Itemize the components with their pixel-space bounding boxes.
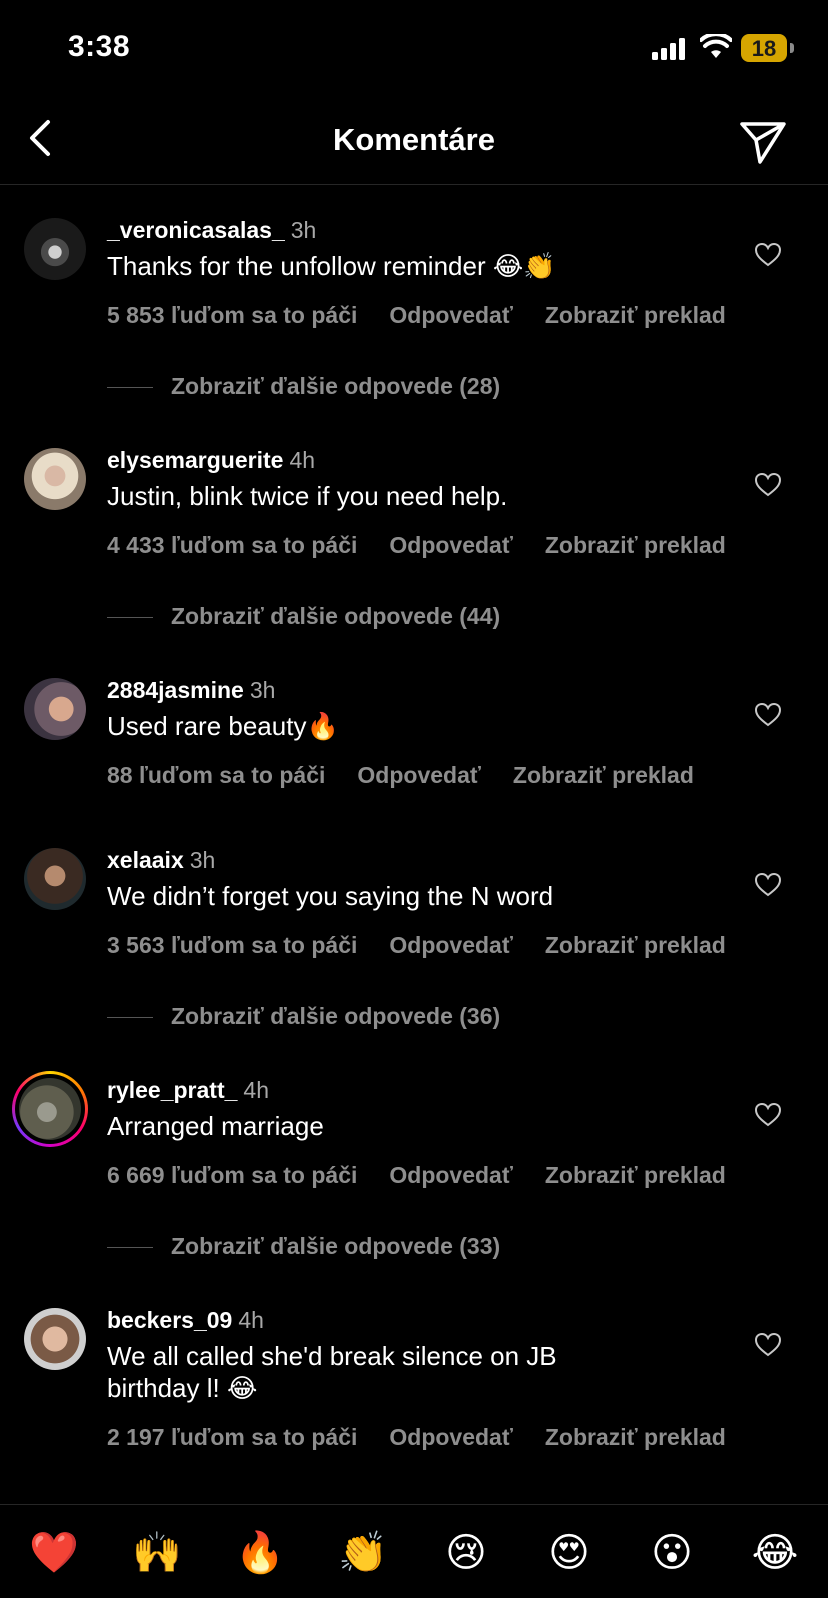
battery-tip (790, 43, 794, 53)
likes-count[interactable]: 6 669 ľuďom sa to páči (107, 1162, 357, 1188)
divider-line (107, 1017, 153, 1019)
comment-username[interactable]: rylee_pratt_ 4h (107, 1077, 269, 1104)
divider-line (107, 1247, 153, 1249)
quick-reaction-bar: ❤️ 🙌 🔥 👏 😢 😍 😮 😂 (0, 1504, 828, 1598)
cellular-signal-icon (652, 38, 685, 60)
header: Komentáre (0, 100, 828, 185)
reaction-clap[interactable]: 👏 (333, 1529, 393, 1577)
comment-text: We all called she'd break silence on JB … (107, 1341, 557, 1403)
heart-icon[interactable] (755, 703, 781, 727)
heart-icon[interactable] (755, 243, 781, 267)
reaction-heart[interactable]: ❤️ (24, 1529, 84, 1577)
battery-icon: 18 (741, 34, 787, 62)
reply-button[interactable]: Odpovedať (357, 762, 480, 788)
likes-count[interactable]: 3 563 ľuďom sa to páči (107, 932, 357, 958)
comment-username[interactable]: 2884jasmine 3h (107, 677, 275, 704)
likes-count[interactable]: 5 853 ľuďom sa to páči (107, 302, 357, 328)
wifi-icon (700, 34, 732, 58)
comment-text: Justin, blink twice if you need help. (107, 481, 508, 511)
reaction-crying[interactable]: 😢 (436, 1529, 496, 1577)
reaction-surprised[interactable]: 😮 (642, 1529, 702, 1577)
avatar[interactable] (24, 1308, 86, 1370)
status-bar: 3:38 18 (0, 0, 828, 100)
heart-icon[interactable] (755, 1333, 781, 1357)
reply-button[interactable]: Odpovedať (389, 1162, 512, 1188)
avatar[interactable] (24, 448, 86, 510)
reaction-laughing[interactable]: 😂 (745, 1529, 805, 1577)
avatar[interactable] (24, 218, 86, 280)
avatar[interactable] (19, 1078, 81, 1140)
comment-username[interactable]: xelaaix 3h (107, 847, 215, 874)
view-more-replies[interactable]: Zobraziť ďalšie odpovede (44) (107, 603, 500, 630)
divider-line (107, 387, 153, 389)
view-more-replies[interactable]: Zobraziť ďalšie odpovede (28) (107, 373, 500, 400)
comment-text: We didn’t forget you saying the N word (107, 881, 554, 911)
likes-count[interactable]: 2 197 ľuďom sa to páči (107, 1424, 357, 1450)
comment-text: Thanks for the unfollow reminder 😂👏 (107, 251, 556, 281)
comment-actions: 3 563 ľuďom sa to páči Odpovedať Zobraziť … (107, 932, 758, 959)
reaction-raised-hands[interactable]: 🙌 (127, 1529, 187, 1577)
likes-count[interactable]: 88 ľuďom sa to páči (107, 762, 325, 788)
comment-actions: 5 853 ľuďom sa to páči Odpovedať Zobraziť … (107, 302, 758, 329)
avatar[interactable] (24, 678, 86, 740)
reaction-fire[interactable]: 🔥 (230, 1529, 290, 1577)
translate-button[interactable]: Zobraziť preklad (545, 532, 726, 558)
likes-count[interactable]: 4 433 ľuďom sa to páči (107, 532, 357, 558)
battery-level: 18 (751, 36, 777, 61)
page-title: Komentáre (333, 122, 495, 157)
heart-icon[interactable] (755, 873, 781, 897)
comment-actions: 2 197 ľuďom sa to páči Odpovedať Zobraziť … (107, 1424, 758, 1451)
view-more-replies[interactable]: Zobraziť ďalšie odpovede (33) (107, 1233, 500, 1260)
divider-line (107, 617, 153, 619)
heart-icon[interactable] (755, 1103, 781, 1127)
translate-button[interactable]: Zobraziť preklad (513, 762, 694, 788)
view-more-replies[interactable]: Zobraziť ďalšie odpovede (36) (107, 1003, 500, 1030)
translate-button[interactable]: Zobraziť preklad (545, 932, 726, 958)
translate-button[interactable]: Zobraziť preklad (545, 302, 726, 328)
reaction-heart-eyes[interactable]: 😍 (539, 1529, 599, 1577)
reply-button[interactable]: Odpovedať (389, 1424, 512, 1450)
comment-username[interactable]: elysemarguerite 4h (107, 447, 315, 474)
reply-button[interactable]: Odpovedať (389, 932, 512, 958)
reply-button[interactable]: Odpovedať (389, 302, 512, 328)
comment-text: Used rare beauty🔥 (107, 711, 339, 741)
heart-icon[interactable] (755, 473, 781, 497)
comment-username[interactable]: beckers_09 4h (107, 1307, 264, 1334)
reply-button[interactable]: Odpovedať (389, 532, 512, 558)
comment-username[interactable]: _veronicasalas_ 3h (107, 217, 316, 244)
avatar[interactable] (24, 848, 86, 910)
translate-button[interactable]: Zobraziť preklad (545, 1162, 726, 1188)
comment-actions: 6 669 ľuďom sa to páči Odpovedať Zobraziť … (107, 1162, 758, 1189)
comment-text: Arranged marriage (107, 1111, 324, 1141)
share-send-icon[interactable] (738, 116, 788, 166)
comment-actions: 4 433 ľuďom sa to páči Odpovedať Zobraziť … (107, 532, 758, 559)
comment-actions: 88 ľuďom sa to páči Odpovedať Zobraziť pre… (107, 762, 726, 789)
translate-button[interactable]: Zobraziť preklad (545, 1424, 726, 1450)
status-time: 3:38 (68, 30, 131, 63)
